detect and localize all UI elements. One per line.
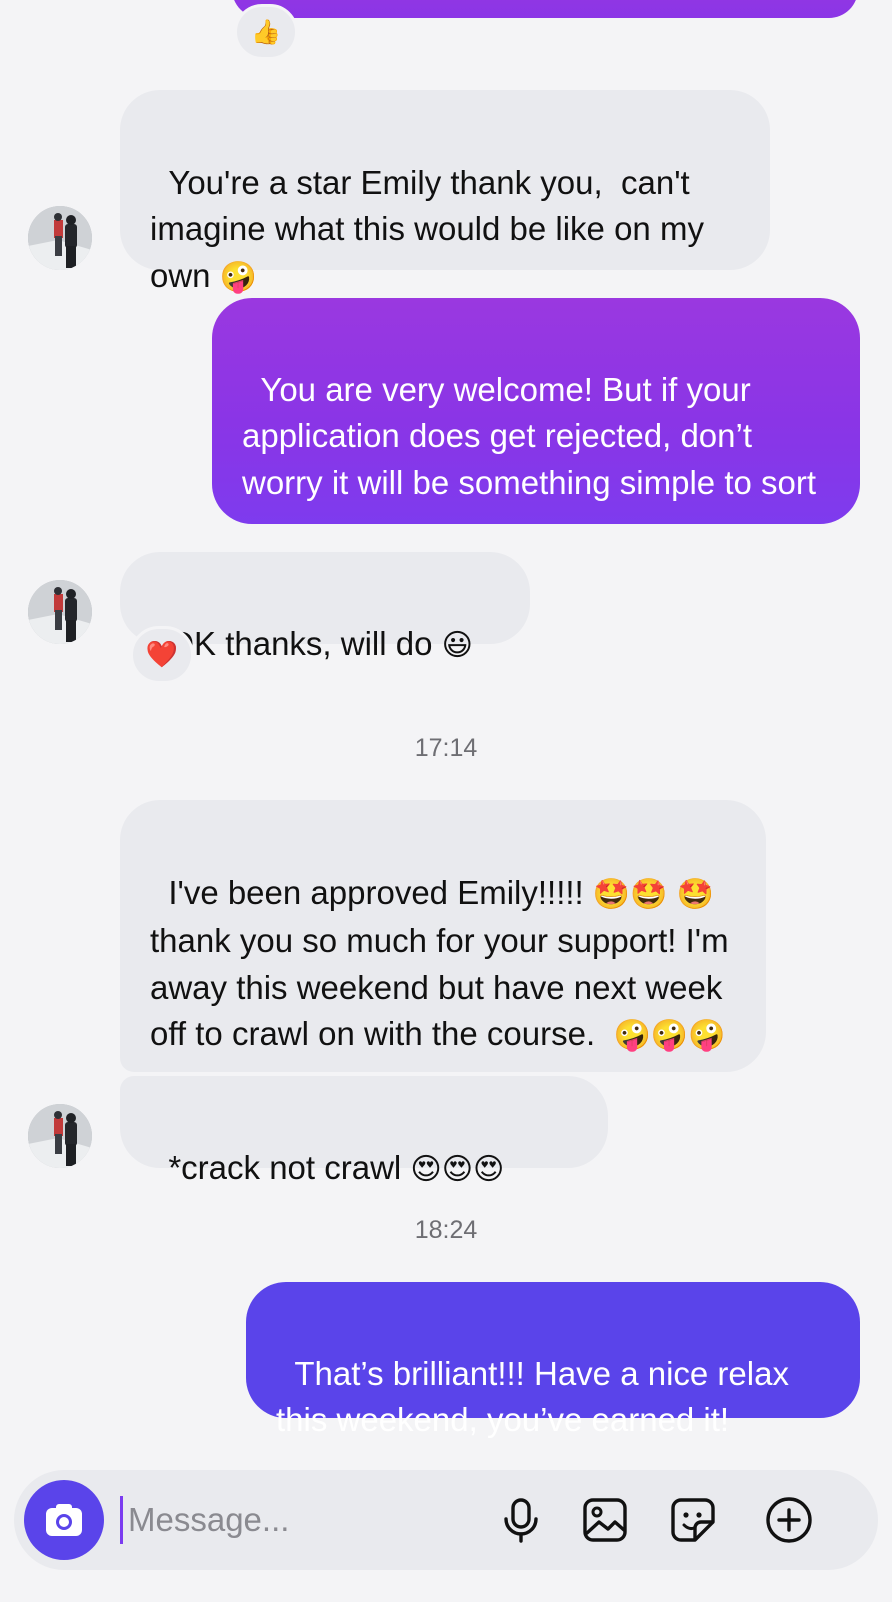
message-text: You are very welcome! But if your applic…: [242, 370, 817, 501]
previous-message-bubble-edge[interactable]: [232, 0, 858, 18]
star-struck-emoji: 🤩🤩: [592, 876, 668, 912]
sticker-icon: [671, 1498, 715, 1542]
message-text: That’s brilliant!!! Have a nice relax th…: [276, 1354, 799, 1439]
message-reaction-heart[interactable]: ❤️: [130, 626, 194, 684]
red-heart-icon: ❤️: [145, 640, 179, 670]
grinning-face-emoji: 😃: [441, 627, 473, 663]
avatar[interactable]: [28, 206, 92, 270]
message-text: OK thanks, will do: [168, 624, 433, 662]
message-input[interactable]: [120, 1492, 508, 1548]
heart-eyes-emoji: 😍😍😍: [410, 1151, 505, 1187]
avatar-photo: [28, 206, 92, 270]
avatar[interactable]: [28, 1104, 92, 1168]
timestamp-divider: 18:24: [414, 1216, 478, 1244]
message-composer: [14, 1470, 878, 1570]
incoming-message[interactable]: I've been approved Emily!!!!! 🤩🤩 🤩 thank…: [120, 800, 766, 1072]
outgoing-message[interactable]: That’s brilliant!!! Have a nice relax th…: [246, 1282, 860, 1438]
thumbs-up-icon: 👍: [251, 18, 281, 46]
sticker-button[interactable]: [668, 1495, 718, 1545]
camera-icon: [46, 1504, 82, 1536]
microphone-icon: [504, 1498, 538, 1543]
star-struck-emoji: 🤩: [676, 876, 715, 912]
avatar-photo: [28, 1104, 92, 1168]
outgoing-message[interactable]: You are very welcome! But if your applic…: [212, 298, 860, 524]
avatar[interactable]: [28, 580, 92, 644]
gallery-button[interactable]: [580, 1495, 630, 1545]
message-text: I've been approved Emily!!!!!: [168, 873, 584, 911]
avatar-photo: [28, 580, 92, 644]
timestamp-divider: 17:14: [414, 734, 478, 762]
gallery-icon: [583, 1498, 627, 1542]
incoming-message[interactable]: *crack not crawl 😍😍😍: [120, 1076, 608, 1187]
add-button[interactable]: [764, 1495, 814, 1545]
message-reaction-thumbs-up[interactable]: 👍: [234, 4, 298, 60]
camera-button[interactable]: [24, 1480, 104, 1560]
zany-face-emoji: 🤪: [219, 259, 258, 295]
add-icon: [766, 1497, 812, 1543]
voice-message-button[interactable]: [496, 1495, 546, 1545]
zany-face-emoji: 🤪🤪🤪: [613, 1018, 726, 1053]
incoming-message[interactable]: You're a star Emily thank you, can't ima…: [120, 90, 770, 295]
message-text: *crack not crawl: [168, 1148, 402, 1186]
